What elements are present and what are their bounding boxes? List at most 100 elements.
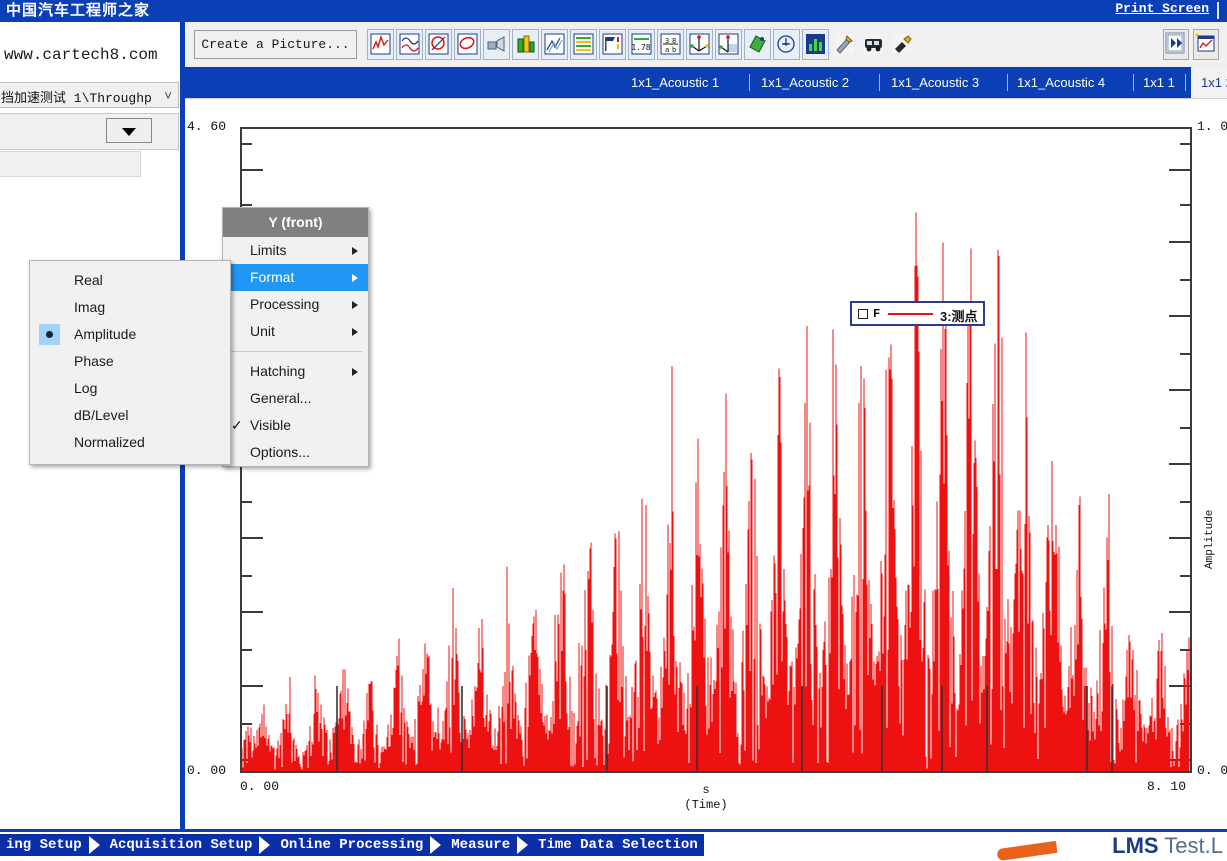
flag-icon[interactable] <box>599 29 626 60</box>
breadcrumb-item-measure[interactable]: Measure <box>445 834 516 856</box>
chevron-right-icon <box>516 834 532 856</box>
submenu-item-label: Amplitude <box>74 326 137 342</box>
legend-color-line <box>888 313 933 315</box>
menu-item-label: Visible <box>250 417 291 433</box>
breadcrumb-item-scope-setup[interactable]: ing Setup <box>0 834 88 856</box>
x-axis-unit: s <box>702 783 710 797</box>
menu-separator <box>229 351 362 352</box>
watermark-url: www.cartech8.com <box>4 46 158 64</box>
menu-item-processing[interactable]: Processing <box>223 291 368 318</box>
submenu-arrow-icon <box>352 274 358 282</box>
menu-item-label: General... <box>250 390 312 406</box>
breadcrumb-item-acquisition-setup[interactable]: Acquisition Setup <box>104 834 259 856</box>
project-path-combo[interactable]: 挡加速测试 1\Throughp ˅ <box>0 82 179 108</box>
radio-dot-icon <box>46 331 53 338</box>
context-menu-header: Y (front) <box>223 208 368 237</box>
menu-item-format[interactable]: Format <box>223 264 368 291</box>
menu-item-general[interactable]: General... <box>223 385 368 412</box>
chevron-right-icon <box>429 834 445 856</box>
create-a-picture-button[interactable]: Create a Picture... <box>194 30 357 59</box>
waterfall-icon[interactable] <box>541 29 568 60</box>
menu-item-label: Options... <box>250 444 310 460</box>
tools-icon[interactable] <box>831 29 858 60</box>
colormap-bars-icon[interactable] <box>512 29 539 60</box>
lms-brand-rest: Test.L <box>1158 833 1223 858</box>
submenu-item-amplitude[interactable]: Amplitude <box>30 321 230 348</box>
tab-1x1-acoustic-1[interactable]: 1x1_Acoustic 1 <box>631 67 719 98</box>
3d-axes-grid-icon[interactable] <box>715 29 742 60</box>
waveform-trace <box>242 212 1190 771</box>
3d-axes-icon[interactable] <box>686 29 713 60</box>
list-lines-icon[interactable] <box>570 29 597 60</box>
fraction-table-icon[interactable]: 3 8 a b <box>657 29 684 60</box>
submenu-item-phase[interactable]: Phase <box>30 348 230 375</box>
submenu-arrow-icon <box>352 328 358 336</box>
tab-1x1-acoustic-4[interactable]: 1x1_Acoustic 4 <box>1017 67 1105 98</box>
menu-item-label: Unit <box>250 323 275 339</box>
legend-checkbox[interactable] <box>858 309 868 319</box>
lms-brand-bold: LMS <box>1112 833 1159 858</box>
tab-1x1-acoustic-2[interactable]: 1x1_Acoustic 2 <box>761 67 849 98</box>
paint-icon[interactable] <box>889 29 916 60</box>
geometry-icon[interactable] <box>744 29 771 60</box>
y-axis-right-title: Amplitude <box>1204 509 1216 569</box>
submenu-item-db-level[interactable]: dB/Level <box>30 402 230 429</box>
menu-item-label: Processing <box>250 296 320 312</box>
menu-item-options[interactable]: Options... <box>223 439 368 466</box>
toolbar-icon-group: 1.78 3 8 a b <box>367 29 918 60</box>
dual-waveform-icon[interactable] <box>396 29 423 60</box>
tab-1x1-1[interactable]: 1x1 1 <box>1143 67 1175 98</box>
submenu-arrow-icon <box>352 368 358 376</box>
submenu-item-imag[interactable]: Imag <box>30 294 230 321</box>
new-picture-icon[interactable] <box>1193 29 1219 60</box>
menu-item-hatching[interactable]: Hatching <box>223 358 368 385</box>
title-divider <box>1217 2 1219 19</box>
tab-divider <box>1007 74 1008 91</box>
toolbar: Create a Picture... 1.78 3 8 a b <box>185 22 1227 67</box>
numeric-178-icon[interactable]: 1.78 <box>628 29 655 60</box>
menu-item-label: Limits <box>250 242 287 258</box>
chevron-right-icon <box>88 834 104 856</box>
title-bar: 中国汽车工程师之家 Print Screen <box>0 0 1227 22</box>
tab-bar: 1x1_Acoustic 1 1x1_Acoustic 2 1x1_Acoust… <box>185 67 1227 98</box>
breadcrumb-item-online-processing[interactable]: Online Processing <box>274 834 429 856</box>
svg-text:b: b <box>672 46 676 54</box>
tab-1x1-2[interactable]: 1x1 2 <box>1191 67 1227 98</box>
menu-item-visible[interactable]: ✓ Visible <box>223 412 368 439</box>
tab-1x1-acoustic-3[interactable]: 1x1_Acoustic 3 <box>891 67 979 98</box>
y-axis-right-max-label: 1. 0 <box>1197 119 1227 134</box>
chart-legend[interactable]: F 3:测点 <box>850 301 985 326</box>
menu-item-limits[interactable]: Limits <box>223 237 368 264</box>
submenu-item-normalized[interactable]: Normalized <box>30 429 230 456</box>
menu-item-unit[interactable]: Unit <box>223 318 368 345</box>
polar-plot-icon[interactable] <box>425 29 452 60</box>
lms-brand: LMS Test.L <box>1112 833 1223 859</box>
vehicle-icon[interactable] <box>860 29 887 60</box>
left-panel-section-2 <box>0 113 179 150</box>
dropdown-button[interactable] <box>106 118 152 143</box>
submenu-item-real[interactable]: Real <box>30 267 230 294</box>
plot-frame[interactable] <box>240 127 1192 773</box>
tab-divider <box>879 74 880 91</box>
submenu-arrow-icon <box>352 247 358 255</box>
tab-divider <box>749 74 750 91</box>
breadcrumb: ing Setup Acquisition Setup Online Proce… <box>0 834 704 856</box>
submenu-arrow-icon <box>352 301 358 309</box>
bar-chart-icon[interactable] <box>802 29 829 60</box>
submenu-item-label: Imag <box>74 299 106 315</box>
submenu-item-label: Real <box>74 272 103 288</box>
breadcrumb-item-time-data-selection[interactable]: Time Data Selection <box>532 834 704 856</box>
submenu-item-log[interactable]: Log <box>30 375 230 402</box>
step-forward-icon[interactable] <box>1163 29 1189 60</box>
chevron-down-icon: ˅ <box>164 88 172 103</box>
watermark-chinese: 中国汽车工程师之家 <box>6 3 151 19</box>
nyquist-plot-icon[interactable] <box>454 29 481 60</box>
menu-item-label: Hatching <box>250 363 306 379</box>
target-circle-icon[interactable] <box>773 29 800 60</box>
print-screen-link[interactable]: Print Screen <box>1115 1 1209 16</box>
x-axis-title: s (Time) <box>185 783 1227 813</box>
spray-icon[interactable] <box>483 29 510 60</box>
y-axis-max-label: 4. 60 <box>187 119 227 134</box>
submenu-item-label: Normalized <box>74 434 145 450</box>
waveform-graph-icon[interactable] <box>367 29 394 60</box>
